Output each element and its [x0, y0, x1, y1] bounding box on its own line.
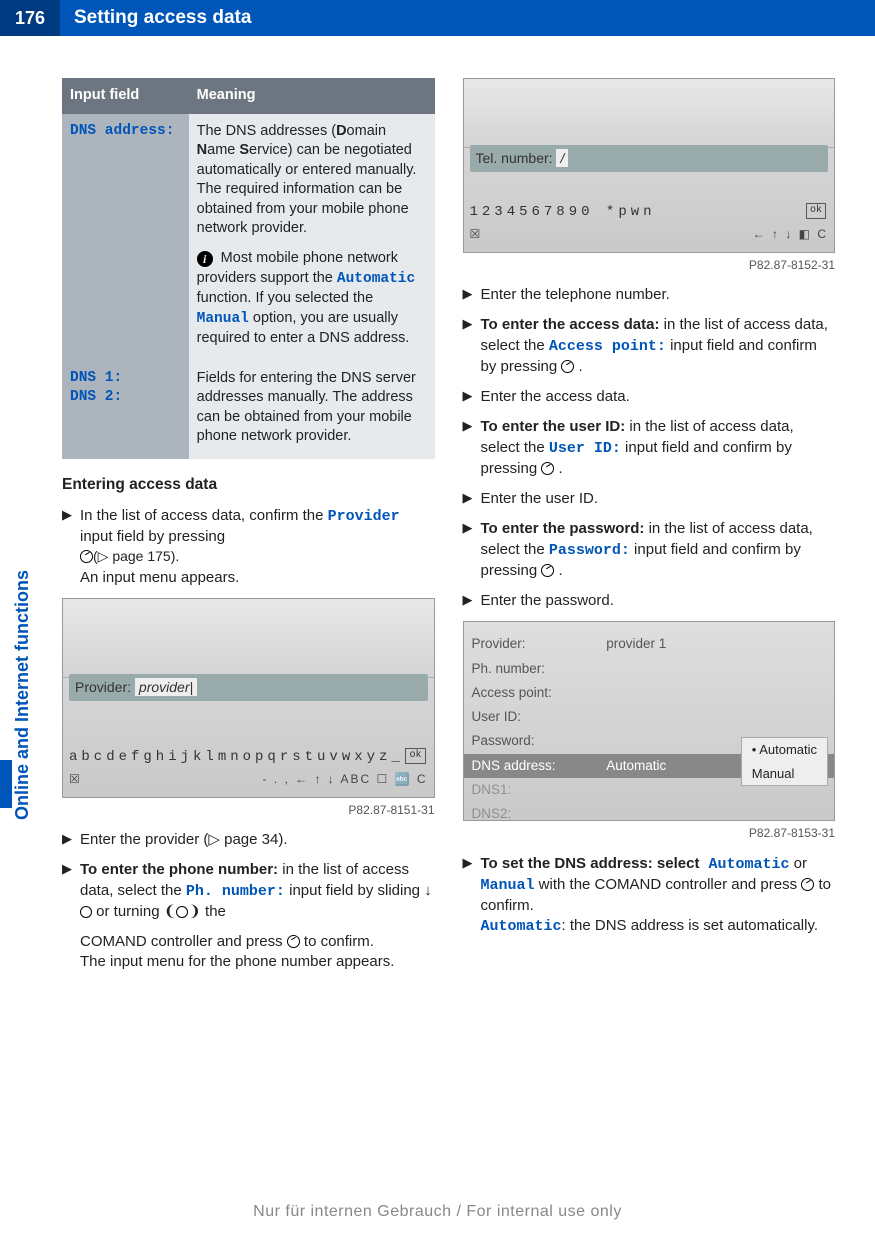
step-item: ▶ In the list of access data, confirm th… [62, 506, 435, 588]
table-cell-meaning: Fields for entering the DNS server addre… [189, 361, 435, 459]
screenshot-access-data-list: Provider:provider 1 Ph. number: Access p… [463, 621, 836, 821]
table-header-input-field: Input field [62, 78, 189, 114]
step-item: ▶ Enter the telephone number. [463, 285, 836, 305]
controller-press-icon [801, 878, 814, 891]
step-item: ▶ To enter the phone number: in the list… [62, 860, 435, 922]
controller-press-icon [287, 935, 300, 948]
page-title: Setting access data [60, 5, 251, 31]
table-cell-field: DNS address: [62, 114, 189, 361]
subheading-entering-access-data: Entering access data [62, 475, 435, 496]
step-item: ▶ Enter the access data. [463, 387, 836, 407]
info-icon: i [197, 251, 213, 267]
screenshot-provider-input: Provider: provider| abcdefghijklmnopqrst… [62, 598, 435, 798]
table-row: DNS 1: DNS 2: Fields for entering the DN… [62, 361, 435, 459]
image-caption: P82.87-8153-31 [463, 825, 836, 841]
page-number: 176 [0, 0, 60, 36]
step-item: ▶ To set the DNS address: select Automat… [463, 854, 836, 938]
table-row: DNS address: The DNS addresses (Domain N… [62, 114, 435, 361]
controller-press-icon [541, 462, 554, 475]
step-item: ▶ To enter the access data: in the list … [463, 315, 836, 377]
step-item: ▶ To enter the user ID: in the list of a… [463, 417, 836, 479]
step-item: ▶ Enter the provider (▷ page 34). [62, 830, 435, 850]
controller-press-icon [541, 564, 554, 577]
controller-turn-icon [176, 906, 188, 918]
controller-press-icon [561, 360, 574, 373]
table-cell-meaning: The DNS addresses (Domain Name Service) … [189, 114, 435, 361]
input-field-table: Input field Meaning DNS address: The DNS… [62, 78, 435, 459]
controller-press-icon [80, 550, 93, 563]
step-item: ▶ Enter the password. [463, 591, 836, 611]
header-band: 176 Setting access data [0, 0, 875, 36]
controller-slide-icon [80, 906, 92, 918]
paragraph-continuation: COMAND controller and press to confirm. … [80, 932, 435, 973]
screenshot-telnumber-input: Tel. number: / 1234567890 *pwn ok ☒ ← ↑ … [463, 78, 836, 253]
side-section-label: Online and Internet functions [10, 570, 34, 820]
image-caption: P82.87-8151-31 [62, 802, 435, 818]
image-caption: P82.87-8152-31 [463, 257, 836, 273]
table-cell-field: DNS 1: DNS 2: [62, 361, 189, 459]
step-item: ▶ To enter the password: in the list of … [463, 519, 836, 581]
footer-internal-use: Nur für internen Gebrauch / For internal… [0, 1201, 875, 1223]
step-item: ▶ Enter the user ID. [463, 489, 836, 509]
table-header-meaning: Meaning [189, 78, 435, 114]
